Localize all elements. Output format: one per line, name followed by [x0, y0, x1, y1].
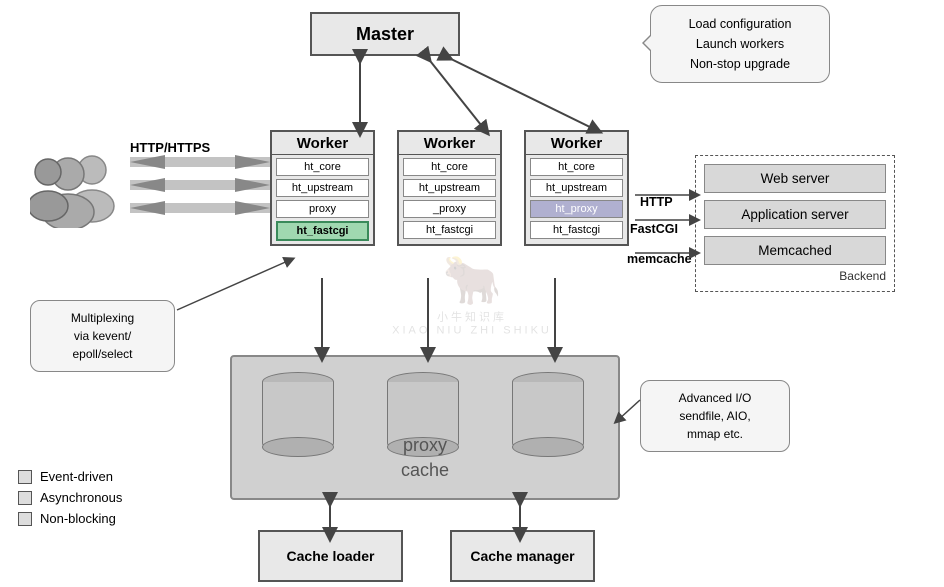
worker-1-module-4: ht_fastcgi — [276, 221, 369, 241]
multiplex-text: Multiplexingvia kevent/epoll/select — [71, 311, 134, 361]
watermark: 🐂 小牛知识库XIAO NIU ZHI SHIKU — [392, 251, 552, 336]
worker-box-2: Worker ht_core ht_upstream _proxy ht_fas… — [397, 130, 502, 246]
legend: Event-driven Asynchronous Non-blocking — [18, 469, 122, 532]
legend-item-2: Asynchronous — [18, 490, 122, 505]
callout-line3: Non-stop upgrade — [690, 57, 790, 71]
diagram-container: Master Load configuration Launch workers… — [0, 0, 944, 587]
memcache-protocol-label: memcache — [627, 252, 692, 266]
worker-2-module-2: ht_upstream — [403, 179, 496, 197]
worker-2-module-1: ht_core — [403, 158, 496, 176]
callout-line1: Load configuration — [689, 17, 792, 31]
backend-container: Web server Application server Memcached … — [695, 155, 895, 292]
http-protocol-label: HTTP — [640, 195, 673, 209]
worker-group: Worker ht_core ht_upstream proxy ht_fast… — [270, 130, 629, 246]
db-cylinder-3 — [512, 372, 584, 457]
cache-loader-label: Cache loader — [287, 548, 375, 564]
legend-text-2: Asynchronous — [40, 490, 122, 505]
worker-1-module-3: proxy — [276, 200, 369, 218]
worker-3-title: Worker — [526, 132, 627, 155]
worker-box-3: Worker ht_core ht_upstream ht_proxy ht_f… — [524, 130, 629, 246]
users-icon — [30, 148, 120, 228]
legend-item-1: Event-driven — [18, 469, 122, 484]
worker-2-module-3: _proxy — [403, 200, 496, 218]
worker-3-module-2: ht_upstream — [530, 179, 623, 197]
legend-square-3 — [18, 512, 32, 526]
worker-2-module-4: ht_fastcgi — [403, 221, 496, 239]
legend-square-2 — [18, 491, 32, 505]
worker-1-title: Worker — [272, 132, 373, 155]
cache-loader-box: Cache loader — [258, 530, 403, 582]
proxy-cache-label: proxycache — [401, 433, 449, 483]
worker-3-module-3: ht_proxy — [530, 200, 623, 218]
advanced-io-callout: Advanced I/Osendfile, AIO,mmap etc. — [640, 380, 790, 452]
legend-item-3: Non-blocking — [18, 511, 122, 526]
backend-label: Backend — [704, 269, 886, 283]
worker-1-module-2: ht_upstream — [276, 179, 369, 197]
legend-text-1: Event-driven — [40, 469, 113, 484]
web-server-item: Web server — [704, 164, 886, 193]
worker-box-1: Worker ht_core ht_upstream proxy ht_fast… — [270, 130, 375, 246]
cache-manager-box: Cache manager — [450, 530, 595, 582]
worker-2-title: Worker — [399, 132, 500, 155]
legend-text-3: Non-blocking — [40, 511, 116, 526]
memcached-item: Memcached — [704, 236, 886, 265]
callout-line2: Launch workers — [696, 37, 784, 51]
worker-3-module-4: ht_fastcgi — [530, 221, 623, 239]
proxy-cache-box: proxycache — [230, 355, 620, 500]
fastcgi-protocol-label: FastCGI — [630, 222, 678, 236]
multiplex-callout: Multiplexingvia kevent/epoll/select — [30, 300, 175, 372]
master-box: Master — [310, 12, 460, 56]
db-cylinder-1 — [262, 372, 334, 457]
cache-manager-label: Cache manager — [470, 548, 574, 564]
callout-top: Load configuration Launch workers Non-st… — [650, 5, 830, 83]
legend-square-1 — [18, 470, 32, 484]
master-label: Master — [356, 24, 414, 45]
worker-1-module-1: ht_core — [276, 158, 369, 176]
worker-3-module-1: ht_core — [530, 158, 623, 176]
app-server-item: Application server — [704, 200, 886, 229]
advanced-io-text: Advanced I/Osendfile, AIO,mmap etc. — [679, 391, 752, 441]
http-https-label: HTTP/HTTPS — [130, 140, 210, 155]
